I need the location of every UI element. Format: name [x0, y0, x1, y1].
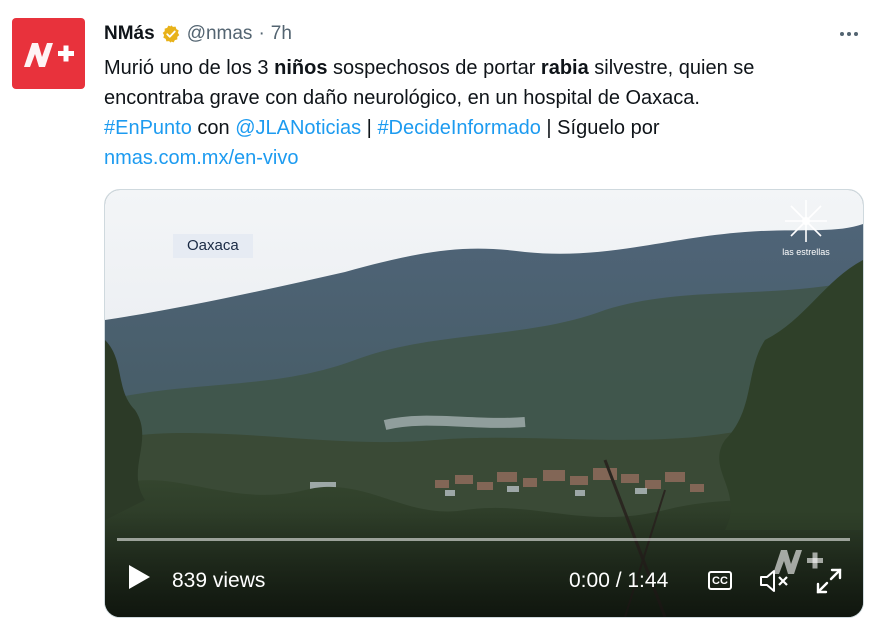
more-icon	[840, 32, 844, 36]
hashtag-decideinformado[interactable]: #DecideInformado	[377, 117, 540, 139]
author-handle[interactable]: @nmas	[187, 23, 253, 45]
mute-icon[interactable]	[758, 567, 790, 595]
text-span: silvestre, quien se	[588, 57, 755, 79]
more-icon-dot	[847, 32, 851, 36]
separator-dot: ·	[258, 23, 265, 44]
mention-jlanoticias[interactable]: @JLANoticias	[235, 117, 361, 139]
more-icon-dot	[854, 32, 858, 36]
location-tag: Oaxaca	[173, 234, 253, 258]
author-name[interactable]: NMás	[104, 23, 155, 45]
tweet-time[interactable]: 7h	[271, 23, 292, 45]
avatar[interactable]	[12, 18, 85, 89]
verified-badge-icon	[162, 25, 179, 43]
live-link[interactable]: nmas.com.mx/en-vivo	[104, 147, 299, 169]
tweet-header: NMás @nmas · 7h	[104, 21, 292, 47]
text-span: Murió uno de los 3	[104, 57, 275, 79]
star-logo-icon	[785, 200, 827, 242]
tweet-line-3: #EnPunto con @JLANoticias | #DecideInfor…	[104, 113, 864, 143]
channel-watermark: las estrellas	[771, 198, 841, 257]
more-options-button[interactable]	[834, 22, 864, 46]
tweet-line-4: nmas.com.mx/en-vivo	[104, 143, 864, 173]
play-icon[interactable]	[125, 562, 153, 592]
tweet-line-1: Murió uno de los 3 niños sospechosos de …	[104, 53, 864, 83]
nmas-logo-icon	[23, 42, 74, 67]
station-caption: las estrellas	[782, 247, 830, 257]
bold-word: rabia	[540, 57, 589, 79]
progress-bar[interactable]	[117, 538, 850, 541]
text-span: sospechosos de portar	[327, 57, 541, 79]
tweet-text: Murió uno de los 3 niños sospechosos de …	[104, 53, 864, 173]
captions-button[interactable]: CC	[708, 571, 732, 590]
video-time: 0:00 / 1:44	[569, 569, 669, 592]
tweet-line-2: encontraba grave con daño neurológico, e…	[104, 87, 700, 109]
text-span: |	[361, 117, 378, 139]
text-span: con	[191, 117, 236, 139]
fullscreen-icon[interactable]	[815, 567, 843, 595]
hashtag-enpunto[interactable]: #EnPunto	[104, 117, 192, 139]
video-controls: 839 views 0:00 / 1:44 CC	[105, 550, 863, 610]
bold-word: niños	[274, 57, 328, 79]
view-count: 839 views	[172, 569, 266, 592]
text-span: | Síguelo por	[540, 117, 660, 139]
video-player[interactable]: Oaxaca las estrellas 839 views 0:00 / 1:…	[104, 189, 864, 618]
